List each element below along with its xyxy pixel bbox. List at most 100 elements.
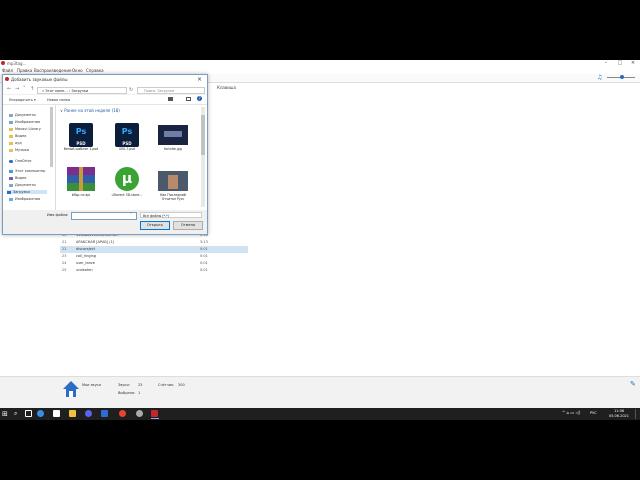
sidebar-item-documents[interactable]: Документы — [9, 113, 36, 117]
archive-icon — [67, 167, 95, 191]
wrench-icon[interactable]: ✎ — [630, 380, 636, 388]
picture-icon — [9, 197, 13, 201]
folder-icon — [9, 148, 13, 152]
explorer-icon[interactable] — [69, 410, 76, 417]
task-view-icon[interactable] — [25, 410, 32, 417]
cloud-icon — [9, 159, 13, 163]
table-row-selected[interactable]: 22 discoreject 0:01 — [60, 246, 248, 253]
menu-help[interactable]: Справка — [86, 68, 104, 73]
organize-button[interactable]: Упорядочить ▾ — [9, 98, 36, 102]
file-list-scrollbar[interactable] — [201, 107, 205, 207]
new-folder-button[interactable]: Новая папка — [47, 98, 70, 102]
computer-icon — [9, 169, 13, 173]
download-icon — [7, 190, 11, 194]
close-icon[interactable]: × — [627, 60, 639, 67]
sidebar-item-pc-video[interactable]: Видео — [9, 176, 26, 180]
folder-icon — [9, 127, 13, 131]
video-thumbnail — [158, 171, 188, 191]
open-button[interactable]: Открыть — [140, 221, 170, 230]
sidebar-item-video[interactable]: Видео — [9, 134, 26, 138]
dialog-titlebar: Добавить звуковые файлы × — [3, 75, 207, 84]
sidebar-item-this-pc[interactable]: Этот компьютер — [9, 169, 45, 173]
forward-arrow-icon[interactable]: → — [15, 86, 19, 92]
document-icon — [9, 113, 13, 117]
sidebar-scrollbar[interactable] — [50, 107, 53, 167]
minimize-icon[interactable]: – — [600, 60, 612, 67]
photoshop-file-icon: Ps PSD — [69, 123, 93, 147]
table-row[interactable]: 21 АРАБСКАЯ [АРАБ] (1) 3:13 — [60, 239, 248, 246]
sidebar-item-music[interactable]: Музыка — [9, 148, 29, 152]
table-row[interactable]: 23 call_ringing 0:01 — [60, 253, 248, 260]
file-item[interactable]: Как Последний Отчитал Русс — [153, 163, 193, 203]
show-desktop-button[interactable] — [635, 409, 640, 419]
file-item[interactable]: µ uTorrent 3D.store… — [107, 163, 147, 203]
app-logo-icon — [1, 61, 5, 65]
video-icon — [9, 176, 13, 180]
steam-icon[interactable] — [136, 410, 143, 417]
column-header-keys[interactable]: Клавиша — [217, 85, 236, 90]
store-icon[interactable] — [53, 410, 60, 417]
table-row[interactable]: 24 user_leave 0:01 — [60, 260, 248, 267]
volume-slider-knob[interactable] — [620, 75, 624, 79]
filetype-select[interactable]: Все файлы (*.*) — [140, 212, 202, 218]
sidebar-item-onedrive[interactable]: OneDrive — [9, 159, 31, 163]
edge-icon[interactable] — [37, 410, 44, 417]
document-icon — [9, 183, 13, 187]
refresh-icon[interactable]: ↻ — [129, 87, 133, 93]
app-title: mp3tag… — [7, 61, 27, 66]
group-header[interactable]: ∨ Ранее на этой неделе (18) — [60, 108, 120, 113]
sidebar-item-aud[interactable]: ауд — [9, 141, 22, 145]
selected-count: 1 — [138, 391, 141, 395]
dialog-title: Добавить звуковые файлы — [11, 77, 68, 82]
menu-window[interactable]: Окно — [72, 68, 83, 73]
chrome-icon[interactable] — [119, 410, 126, 417]
dialog-app-icon — [5, 77, 9, 81]
view-icon[interactable] — [168, 97, 173, 101]
soundpad-taskbar-icon[interactable] — [151, 410, 158, 417]
file-item[interactable]: Ps PSD 000-7.psd — [107, 117, 147, 157]
tray-icons[interactable]: ^ ⌂ ▭ ◁) — [562, 410, 580, 415]
app-titlebar: mp3tag… – □ × — [0, 60, 640, 67]
library-name: Мои звуки — [82, 383, 101, 387]
table-row[interactable]: 25 undeafen 0:01 — [60, 267, 248, 274]
home-icon[interactable] — [62, 380, 80, 398]
menu-edit[interactable]: Правка — [17, 68, 32, 73]
breadcrumb[interactable]: » Этот комп… › Загрузки — [37, 87, 127, 94]
file-list: ∨ Ранее на этой неделе (18) Ps PSD белый … — [56, 105, 207, 210]
file-item[interactable]: Ps PSD белый шаблон 1.psd — [61, 117, 101, 157]
sidebar-item-pc-documents[interactable]: Документы — [9, 183, 36, 187]
active-app-indicator — [151, 418, 159, 419]
preview-pane-icon[interactable] — [186, 97, 191, 101]
filename-input[interactable] — [71, 212, 137, 220]
input-language[interactable]: РУС — [590, 411, 597, 415]
clock[interactable]: 11:06 05.06.2021 — [604, 409, 634, 419]
menu-file[interactable]: Файл — [2, 68, 13, 73]
headphones-icon[interactable]: ♫ — [597, 74, 602, 81]
search-icon[interactable]: ⌕ — [14, 410, 17, 418]
sidebar-item-pc-pictures[interactable]: Изображения — [9, 197, 40, 201]
chevron-down-icon[interactable]: ˅ — [23, 86, 26, 92]
picture-icon — [9, 120, 13, 124]
dialog-close-icon[interactable]: × — [197, 76, 202, 83]
taskbar — [0, 408, 640, 420]
sounds-count: 25 — [138, 383, 143, 387]
maximize-icon[interactable]: □ — [614, 60, 626, 67]
sidebar-item-pictures[interactable]: Изображения — [9, 120, 40, 124]
up-arrow-icon[interactable]: ↑ — [30, 86, 34, 92]
search-input[interactable]: Поиск: Загрузки — [137, 87, 205, 94]
file-item[interactable]: bflsp-nc.api — [61, 163, 101, 203]
counter-label: Счётчик: — [158, 383, 175, 387]
discord-icon[interactable] — [85, 410, 92, 417]
menu-playback[interactable]: Воспроизведение — [34, 68, 71, 73]
selected-label: Выбрано: — [118, 391, 136, 395]
back-arrow-icon[interactable]: ← — [7, 86, 11, 92]
help-icon[interactable]: ? — [197, 96, 202, 101]
sidebar-item-movavi[interactable]: Movavi Library — [9, 127, 41, 131]
windows-start-icon[interactable]: ⊞ — [2, 410, 8, 418]
cancel-button[interactable]: Отмена — [173, 221, 203, 230]
sidebar-item-downloads[interactable]: Загрузки — [7, 190, 47, 194]
filename-dropdown-icon[interactable]: ˅ — [130, 212, 132, 217]
file-item[interactable]: fortnite.jpg — [153, 117, 193, 157]
filename-label: Имя файла: — [47, 213, 69, 217]
app-icon[interactable] — [101, 410, 108, 417]
